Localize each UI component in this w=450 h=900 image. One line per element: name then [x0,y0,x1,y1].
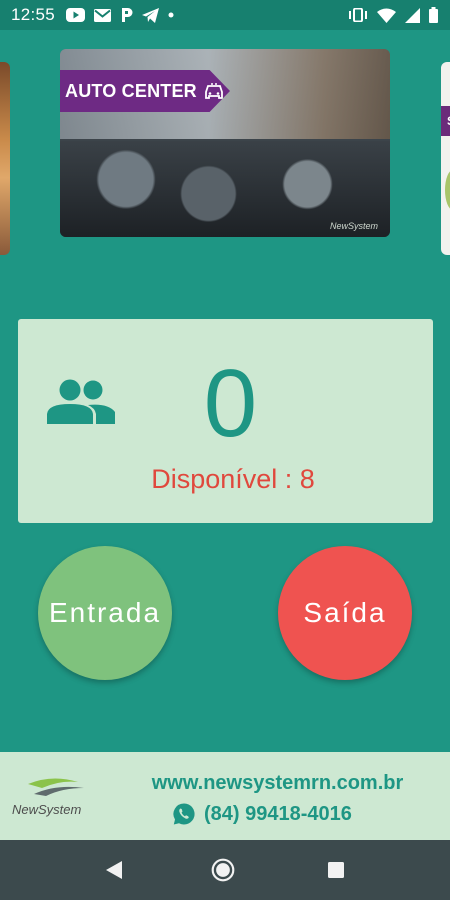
navigation-bar [0,840,450,900]
next-banner-tag: S [441,106,450,136]
wifi-icon [377,8,396,23]
counter-card: 0 Disponível : 8 [18,319,433,523]
status-time: 12:55 [11,5,56,24]
footer: NewSystem www.newsystemrn.com.br (84) 99… [0,752,450,840]
website-link[interactable]: www.newsystemrn.com.br [140,772,415,795]
people-count: 0 [203,350,258,457]
phone-row[interactable]: (84) 99418-4016 [172,801,352,827]
parking-icon [120,7,133,23]
auto-center-banner[interactable]: AUTO CENTER NewSystem [60,49,390,237]
dot-icon [168,12,174,18]
entrada-button[interactable]: Entrada [38,546,172,680]
banner-title: AUTO CENTER [65,80,197,101]
logo-text: NewSystem [12,802,82,817]
phone-number: (84) 99418-4016 [204,802,352,825]
home-icon[interactable] [211,858,235,882]
gmail-icon [94,8,111,22]
banner-carousel[interactable]: AUTO CENTER NewSystem S [0,30,450,260]
notification-icons [66,6,183,24]
system-icons [348,6,438,24]
battery-icon [429,7,438,23]
back-icon[interactable] [102,858,126,882]
banner-tag: AUTO CENTER [60,70,230,112]
available-spots: Disponível : 8 [151,464,315,494]
vibrate-icon [348,8,368,22]
newsystem-logo: NewSystem [12,778,92,822]
recent-apps-icon[interactable] [324,858,348,882]
next-banner[interactable]: S [441,62,450,255]
whatsapp-icon [172,802,196,826]
car-icon [203,82,225,100]
banner-brand: NewSystem [329,221,378,231]
next-banner-graphic [445,170,450,210]
people-icon [46,379,118,429]
status-bar: 12:55 [0,0,450,30]
saida-button[interactable]: Saída [278,546,412,680]
telegram-icon [142,7,159,23]
signal-icon [405,7,420,23]
previous-banner[interactable] [0,62,10,255]
youtube-icon [66,8,85,22]
